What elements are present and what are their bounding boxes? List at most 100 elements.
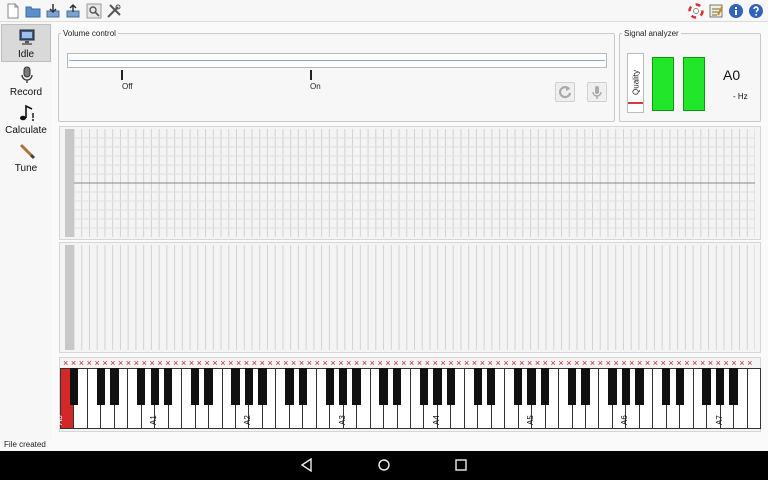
black-key[interactable]: [567, 368, 577, 405]
white-key[interactable]: [746, 368, 761, 429]
key-marker: ×: [377, 358, 383, 368]
black-key[interactable]: [190, 368, 200, 405]
black-key[interactable]: [608, 368, 617, 405]
new-document-icon[interactable]: [5, 3, 21, 19]
key-marker: ×: [605, 358, 611, 368]
black-key[interactable]: [150, 368, 159, 405]
black-key[interactable]: [702, 368, 711, 405]
key-marker: ×: [188, 358, 195, 368]
black-key[interactable]: [352, 368, 361, 405]
key-marker: ×: [668, 358, 674, 368]
refresh-button[interactable]: [555, 82, 575, 102]
key-marker: ×: [479, 358, 486, 368]
key-marker: ×: [212, 358, 218, 368]
mode-calculate-button[interactable]: Calculate: [1, 100, 51, 138]
black-key[interactable]: [325, 368, 334, 405]
info-icon[interactable]: [728, 3, 744, 19]
help-question-icon[interactable]: [748, 3, 764, 19]
key-label: A4: [431, 415, 441, 425]
black-key[interactable]: [446, 368, 456, 405]
black-key[interactable]: [514, 368, 523, 405]
key-marker: ×: [149, 358, 155, 368]
key-marker: ×: [597, 358, 603, 368]
key-marker: ×: [267, 358, 273, 368]
black-key[interactable]: [621, 368, 631, 405]
black-key[interactable]: [69, 368, 79, 405]
key-marker: ×: [464, 358, 470, 368]
black-key[interactable]: [715, 368, 725, 405]
black-key[interactable]: [137, 368, 146, 405]
key-marker: ×: [228, 358, 234, 368]
black-key[interactable]: [662, 368, 671, 405]
key-label: A1: [149, 415, 159, 425]
piano-keyboard[interactable]: A0 A1 A2 A3 A4 A5 A6 A7 × × × × × × × × × × × × × × × × × × × × × × × ×…: [55, 358, 761, 431]
black-key[interactable]: [204, 368, 213, 405]
key-marker: ×: [487, 358, 493, 368]
key-marker: ×: [519, 358, 525, 368]
key-marker: ×: [283, 358, 289, 368]
black-key[interactable]: [540, 368, 550, 405]
black-key[interactable]: [581, 368, 590, 405]
black-key[interactable]: [231, 368, 240, 405]
save-icon[interactable]: [45, 3, 61, 19]
black-key[interactable]: [487, 368, 496, 405]
volume-slider[interactable]: [67, 53, 607, 68]
key-marker: ×: [133, 358, 140, 368]
key-marker: ×: [558, 358, 564, 368]
key-marker: ×: [385, 358, 391, 368]
spectrum-graph-panel: [59, 126, 761, 240]
black-key[interactable]: [298, 368, 307, 405]
key-marker: ×: [471, 358, 478, 368]
key-marker: ×: [707, 358, 714, 368]
mic-button[interactable]: [587, 82, 607, 102]
black-key[interactable]: [419, 368, 429, 405]
black-key[interactable]: [96, 368, 106, 405]
back-icon[interactable]: [299, 457, 315, 473]
home-icon[interactable]: [376, 457, 392, 473]
black-key[interactable]: [258, 368, 267, 405]
key-label: A7: [714, 415, 724, 425]
search-icon[interactable]: [86, 3, 102, 19]
key-marker: ×: [652, 358, 659, 368]
navigation-bar: [0, 451, 768, 480]
key-marker: ×: [582, 358, 588, 368]
black-key[interactable]: [339, 368, 348, 405]
key-marker: ×: [699, 358, 706, 368]
black-key[interactable]: [473, 368, 482, 405]
mode-tune-button[interactable]: Tune: [1, 138, 51, 176]
mode-record-button[interactable]: Record: [1, 62, 51, 100]
key-marker: ×: [589, 358, 596, 368]
open-folder-icon[interactable]: [25, 3, 41, 19]
key-marker: ×: [173, 358, 179, 368]
mode-record-label: Record: [9, 87, 43, 98]
black-key[interactable]: [635, 368, 644, 405]
export-icon[interactable]: [65, 3, 81, 19]
help-ring-icon[interactable]: [688, 3, 704, 19]
black-key[interactable]: [527, 368, 536, 405]
black-key[interactable]: [675, 368, 684, 405]
key-marker: ×: [63, 358, 69, 368]
black-key[interactable]: [285, 368, 294, 405]
key-marker: ×: [165, 358, 171, 368]
black-key[interactable]: [164, 368, 173, 405]
key-marker: ×: [637, 358, 643, 368]
tools-icon[interactable]: [106, 3, 122, 19]
key-marker: ×: [157, 358, 163, 368]
black-key[interactable]: [729, 368, 738, 405]
mode-idle-button[interactable]: Idle: [1, 24, 51, 62]
black-key[interactable]: [379, 368, 388, 405]
key-marker: ×: [346, 358, 352, 368]
black-key[interactable]: [392, 368, 402, 405]
key-marker: ×: [495, 358, 501, 368]
key-marker: ×: [629, 358, 635, 368]
off-label: Off: [122, 82, 133, 91]
key-marker: ×: [424, 358, 430, 368]
recents-icon[interactable]: [453, 457, 469, 473]
notes-icon[interactable]: [708, 3, 724, 19]
black-key[interactable]: [433, 368, 442, 405]
key-marker: ×: [110, 358, 116, 368]
key-label: A3: [337, 415, 347, 425]
black-key[interactable]: [110, 368, 119, 405]
key-marker: ×: [125, 358, 132, 368]
black-key[interactable]: [244, 368, 254, 405]
